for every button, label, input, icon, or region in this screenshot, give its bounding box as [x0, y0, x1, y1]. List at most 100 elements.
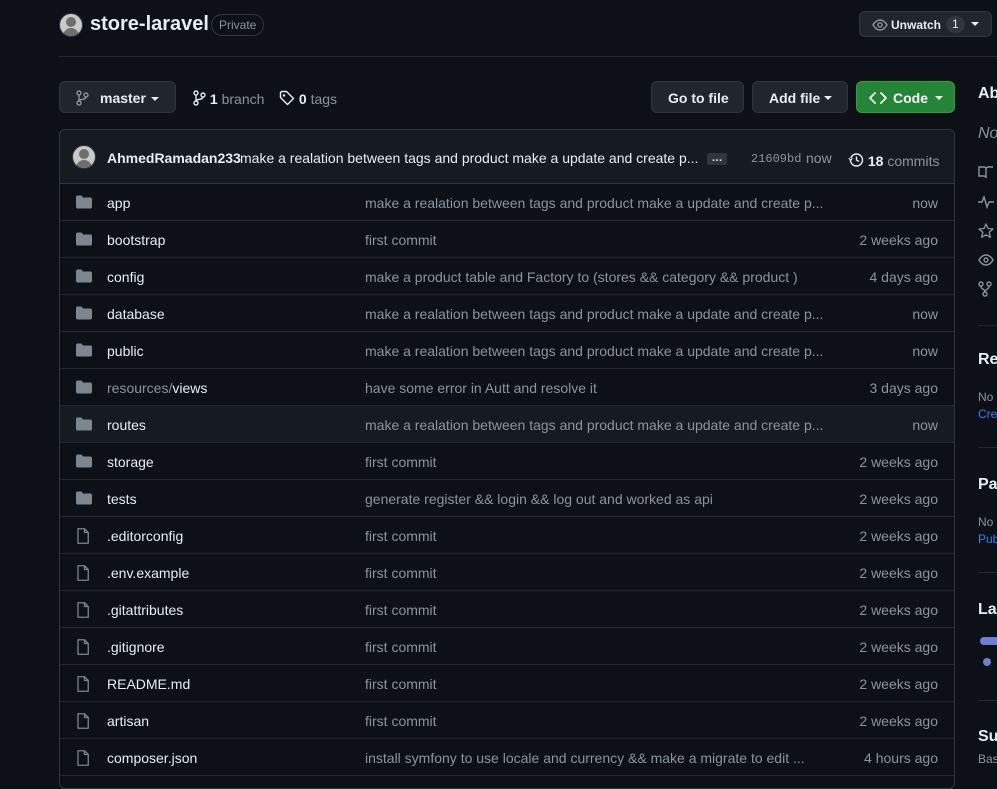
file-row[interactable]: database make a realation between tags an…: [60, 295, 954, 332]
file-commit-message[interactable]: first commit: [365, 602, 825, 618]
file-name-link[interactable]: README.md: [107, 676, 190, 692]
chevron-down-icon: [824, 96, 832, 100]
latest-commit-bar: AhmedRamadan233 make a realation between…: [60, 130, 954, 184]
file-commit-message[interactable]: first commit: [365, 528, 825, 544]
file-name: bootstrap: [107, 232, 166, 248]
language-bar: [980, 637, 997, 645]
file-commit-message[interactable]: first commit: [365, 565, 825, 581]
fork-icon[interactable]: [978, 281, 992, 300]
file-commit-message[interactable]: first commit: [365, 454, 825, 470]
file-commit-message[interactable]: make a product table and Factory to (sto…: [365, 269, 825, 285]
suggested-heading: Sug: [978, 728, 997, 745]
suggested-text: Bas: [978, 752, 997, 766]
branches-link[interactable]: 1 branch: [192, 88, 264, 107]
branch-select-button[interactable]: master: [59, 81, 176, 113]
commit-author[interactable]: AhmedRamadan233: [107, 150, 241, 166]
file-commit-message[interactable]: first commit: [365, 676, 825, 692]
file-name-link[interactable]: .env.example: [107, 565, 189, 581]
file-commit-message[interactable]: install symfony to use locale and curren…: [365, 750, 825, 766]
go-to-file-button[interactable]: Go to file: [651, 81, 744, 113]
book-icon[interactable]: [978, 165, 994, 182]
file-name-link[interactable]: database: [107, 306, 165, 322]
file-row[interactable]: artisan first commit 2 weeks ago: [60, 702, 954, 739]
releases-heading[interactable]: Rel: [978, 351, 997, 369]
file-row[interactable]: composer.json install symfony to use loca…: [60, 739, 954, 776]
eye-icon[interactable]: [978, 253, 994, 270]
file-name-link[interactable]: app: [107, 195, 130, 211]
file-commit-message[interactable]: make a realation between tags and produc…: [365, 343, 825, 359]
star-icon[interactable]: [978, 223, 994, 241]
unwatch-button[interactable]: Unwatch 1: [859, 11, 992, 37]
file-row[interactable]: .gitignore first commit 2 weeks ago: [60, 628, 954, 665]
commit-hash[interactable]: 21609bd: [751, 152, 801, 166]
language-dot: [983, 658, 991, 666]
chevron-down-icon: [971, 22, 979, 26]
releases-text: No: [978, 390, 994, 404]
file-name-link[interactable]: .editorconfig: [107, 528, 183, 544]
file-commit-age: 4 days ago: [869, 269, 939, 285]
eye-icon: [872, 17, 888, 36]
file-name-link[interactable]: artisan: [107, 713, 149, 729]
file-name-link[interactable]: .gitattributes: [107, 602, 183, 618]
add-file-button[interactable]: Add file: [752, 81, 848, 113]
author-avatar[interactable]: [72, 145, 96, 169]
tags-link[interactable]: 0 tags: [279, 88, 337, 107]
file-commit-message[interactable]: have some error in Autt and resolve it: [365, 380, 825, 396]
file-name-link[interactable]: .gitignore: [107, 639, 165, 655]
owner-avatar[interactable]: [59, 13, 83, 37]
folder-icon: [76, 343, 92, 360]
file-commit-message[interactable]: make a realation between tags and produc…: [365, 306, 825, 322]
file-name: .editorconfig: [107, 528, 184, 544]
tag-word: tags: [310, 91, 338, 107]
file-commit-message[interactable]: make a realation between tags and produc…: [365, 417, 825, 433]
file-commit-message[interactable]: make a realation between tags and produc…: [365, 195, 825, 211]
commit-message[interactable]: make a realation between tags and produc…: [240, 150, 698, 166]
commits-word: commits: [887, 153, 940, 169]
create-release-link[interactable]: Crea: [978, 407, 997, 421]
file-row[interactable]: bootstrap first commit 2 weeks ago: [60, 221, 954, 258]
code-button[interactable]: Code: [856, 81, 955, 113]
file-name: database: [107, 306, 165, 322]
file-row[interactable]: app make a realation between tags and pro…: [60, 184, 954, 221]
file-commit-age: 2 weeks ago: [859, 565, 938, 581]
file-row[interactable]: resources/views have some error in Autt a…: [60, 369, 954, 406]
file-commit-age: now: [912, 343, 938, 359]
file-row[interactable]: .env.example first commit 2 weeks ago: [60, 554, 954, 591]
file-name-link[interactable]: public: [107, 343, 144, 359]
file-row[interactable]: README.md first commit 2 weeks ago: [60, 665, 954, 702]
file-row[interactable]: public make a realation between tags and …: [60, 332, 954, 369]
packages-heading[interactable]: Pac: [978, 476, 997, 494]
file-commit-age: 2 weeks ago: [859, 232, 938, 248]
file-row[interactable]: tests generate register && login && log o…: [60, 480, 954, 517]
file-commit-message[interactable]: first commit: [365, 713, 825, 729]
file-name-link[interactable]: config: [107, 269, 144, 285]
file-name-link[interactable]: resources/views: [107, 380, 207, 396]
repo-name[interactable]: store-laravel: [90, 13, 209, 36]
file-commit-age: 2 weeks ago: [859, 528, 938, 544]
file-name: routes: [107, 417, 146, 433]
file-commit-message[interactable]: first commit: [365, 639, 825, 655]
file-commit-age: 2 weeks ago: [859, 713, 938, 729]
expand-commit-button[interactable]: …: [707, 153, 727, 165]
commit-count: 18: [867, 153, 884, 169]
file-name-link[interactable]: tests: [107, 491, 137, 507]
file-row[interactable]: .gitattributes first commit 2 weeks ago: [60, 591, 954, 628]
publish-package-link[interactable]: Pub: [978, 532, 997, 546]
file-commit-age: 2 weeks ago: [859, 602, 938, 618]
file-row[interactable]: storage first commit 2 weeks ago: [60, 443, 954, 480]
folder-icon: [76, 232, 92, 249]
file-name-link[interactable]: routes: [107, 417, 146, 433]
file-name-link[interactable]: storage: [107, 454, 154, 470]
file-icon: [76, 565, 90, 584]
file-commit-age: 3 days ago: [869, 380, 939, 396]
commits-link[interactable]: 18 commits: [848, 150, 939, 169]
file-row[interactable]: routes make a realation between tags and …: [60, 406, 954, 443]
file-commit-message[interactable]: generate register && login && log out an…: [365, 491, 825, 507]
file-row[interactable]: config make a product table and Factory t…: [60, 258, 954, 295]
pulse-icon[interactable]: [978, 194, 994, 212]
folder-icon: [76, 195, 92, 212]
file-name-link[interactable]: bootstrap: [107, 232, 165, 248]
file-commit-message[interactable]: first commit: [365, 232, 825, 248]
file-row[interactable]: .editorconfig first commit 2 weeks ago: [60, 517, 954, 554]
file-name-link[interactable]: composer.json: [107, 750, 197, 766]
